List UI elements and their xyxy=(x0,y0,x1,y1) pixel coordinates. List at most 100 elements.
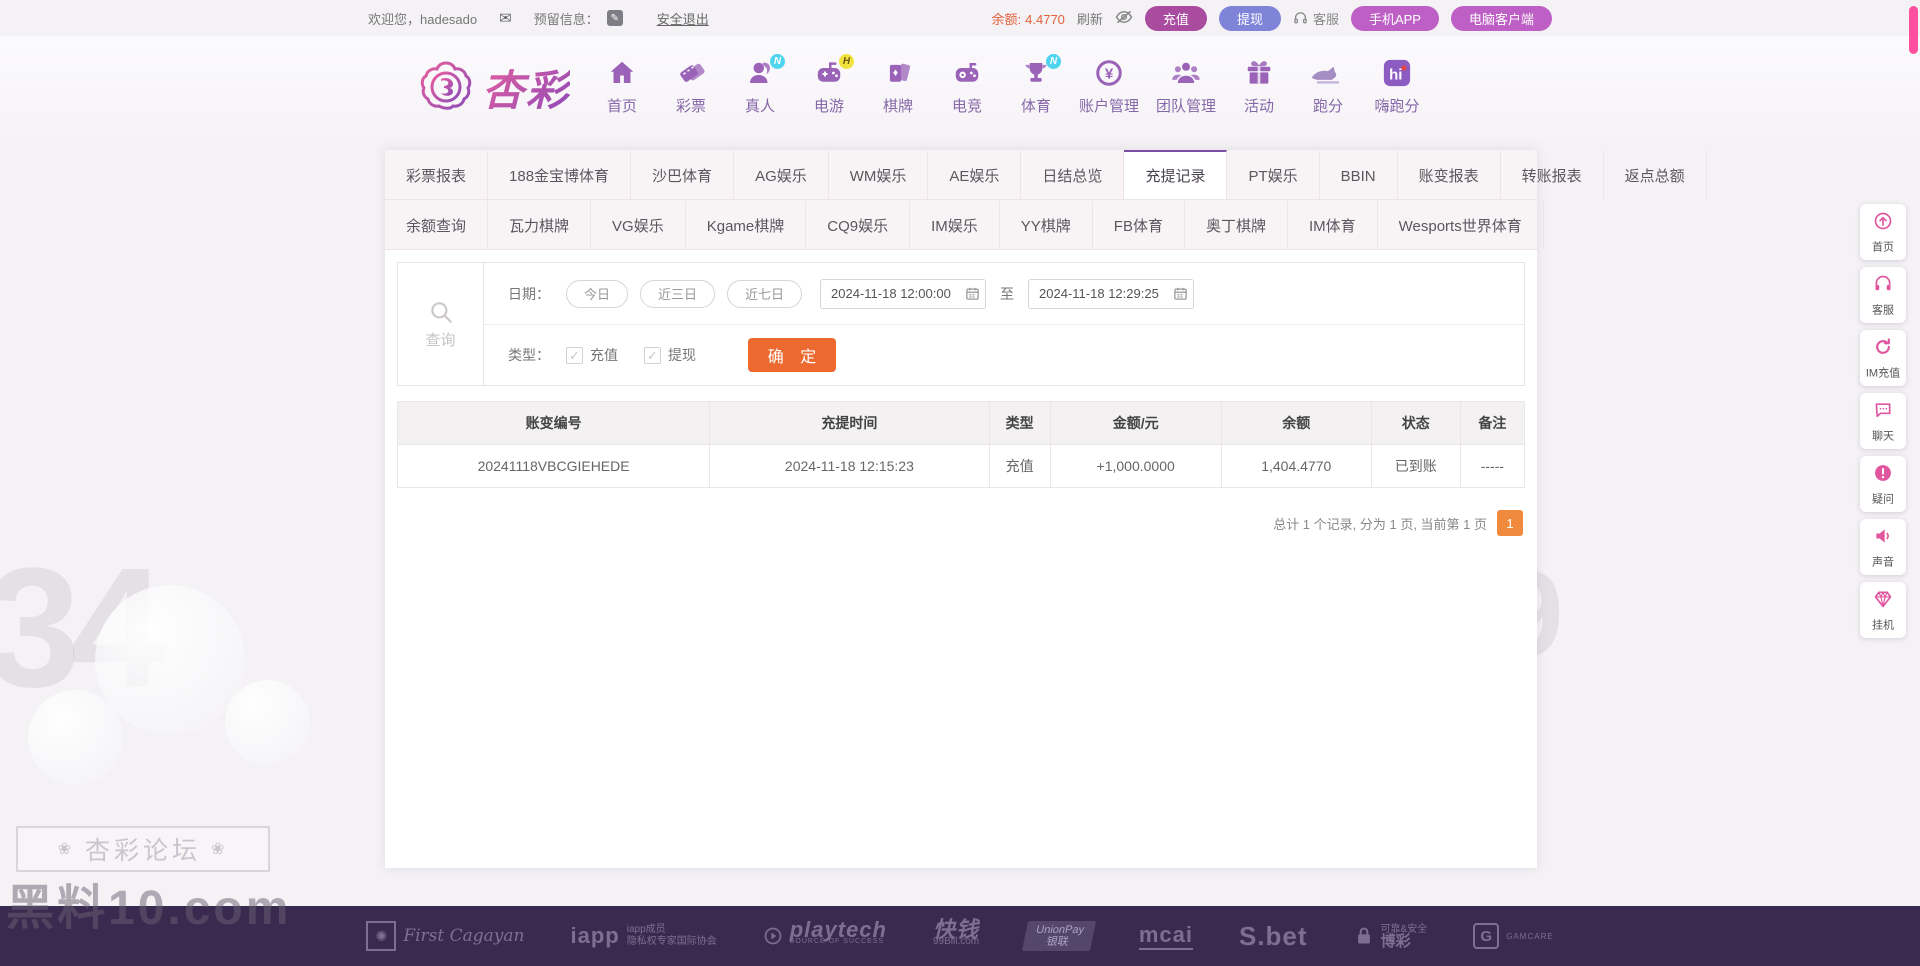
site-watermark: 黑料10.com xyxy=(6,882,292,935)
pc-client-button[interactable]: 电脑客户端 xyxy=(1450,5,1552,31)
report-tab[interactable]: 转账报表 xyxy=(1501,150,1604,199)
cell-change-id: 20241118VBCGIEHEDE xyxy=(396,444,711,488)
main-nav: 首页 彩票 N 真人 H 电游 棋牌 电竞 N 体育 ¥ 账户管理 团队管理 活… xyxy=(596,54,1423,116)
nav-item-sports[interactable]: N 体育 xyxy=(1010,54,1062,116)
nav-item-chess[interactable]: 棋牌 xyxy=(872,58,924,116)
cell-amount: +1,000.0000 xyxy=(1049,444,1222,488)
footer-logo-mcai: mcai xyxy=(1138,922,1193,950)
refresh-link[interactable]: 刷新 xyxy=(1077,9,1103,28)
logout-link[interactable]: 安全退出 xyxy=(657,9,709,28)
new-badge: N xyxy=(1046,54,1062,69)
side-tool-sound[interactable]: 声音 xyxy=(1860,519,1906,575)
mobile-app-button[interactable]: 手机APP xyxy=(1350,5,1439,31)
nav-item-live-casino[interactable]: N 真人 xyxy=(734,54,786,116)
col-header-status: 状态 xyxy=(1370,401,1461,445)
scrollbar-thumb[interactable] xyxy=(1909,6,1918,54)
cell-time: 2024-11-18 12:15:23 xyxy=(709,444,990,488)
side-tool-hangup[interactable]: 挂机 xyxy=(1860,582,1906,638)
brand-logo[interactable]: 杏彩 xyxy=(418,57,570,118)
report-tab[interactable]: YY棋牌 xyxy=(1000,200,1093,249)
report-tab[interactable]: AE娱乐 xyxy=(928,150,1022,199)
report-tab[interactable]: Kgame棋牌 xyxy=(686,200,807,249)
report-tab[interactable]: 奥丁棋牌 xyxy=(1185,200,1288,249)
side-tool-question[interactable]: 疑问 xyxy=(1860,456,1906,512)
decor-ball xyxy=(28,690,123,785)
type-checkbox-withdraw[interactable]: ✓ 提现 xyxy=(644,345,696,365)
report-tab[interactable]: 188金宝博体育 xyxy=(488,150,632,199)
type-checkbox-deposit[interactable]: ✓ 充值 xyxy=(566,345,618,365)
footer-logo-iapp: iapp iapp成员 隐私权专家国际协会 xyxy=(570,923,717,948)
page-1-button[interactable]: 1 xyxy=(1497,510,1523,536)
arrow-up-circle-icon xyxy=(1874,212,1892,230)
service-link[interactable]: 客服 xyxy=(1293,9,1339,28)
nav-item-home[interactable]: 首页 xyxy=(596,58,648,116)
withdraw-button[interactable]: 提现 xyxy=(1218,5,1281,31)
ticket-icon xyxy=(676,58,706,92)
refresh-icon xyxy=(1876,338,1890,354)
report-tab[interactable]: Wesports世界体育 xyxy=(1378,200,1544,249)
eye-off-icon[interactable] xyxy=(1115,10,1133,27)
mail-icon[interactable]: ✉ xyxy=(499,9,512,27)
nav-item-promotions[interactable]: 活动 xyxy=(1233,58,1285,116)
svg-text:¥: ¥ xyxy=(1105,66,1114,83)
hot-badge: H xyxy=(839,54,855,69)
pagination-summary: 总计 1 个记录, 分为 1 页, 当前第 1 页 xyxy=(1273,516,1487,532)
balance-value: 4.4770 xyxy=(1025,11,1065,27)
report-tab[interactable]: 瓦力棋牌 xyxy=(488,200,592,249)
decor-ball xyxy=(225,680,310,765)
quick-range-7days-button[interactable]: 近七日 xyxy=(727,279,803,308)
type-filter-row: 类型： ✓ 充值 ✓ 提现 确 定 xyxy=(484,324,1524,385)
header: 杏彩 首页 彩票 N 真人 H 电游 棋牌 电竞 N 体育 ¥ 账户管理 团队管… xyxy=(0,36,1920,138)
report-tab[interactable]: 彩票报表 xyxy=(385,150,489,199)
nav-item-hi-paofen[interactable]: hi 嗨跑分 xyxy=(1371,58,1423,116)
nav-item-account[interactable]: ¥ 账户管理 xyxy=(1079,58,1139,116)
table-row: 20241118VBCGIEHEDE 2024-11-18 12:15:23 充… xyxy=(396,444,1526,488)
report-tab[interactable]: PT娱乐 xyxy=(1227,150,1320,199)
date-to-separator: 至 xyxy=(1000,285,1015,302)
side-tool-home[interactable]: 首页 xyxy=(1860,204,1906,260)
nav-item-esports[interactable]: 电竞 xyxy=(941,58,993,116)
side-tool-im-recharge[interactable]: IM充值 xyxy=(1860,330,1906,386)
report-tab[interactable]: 日结总览 xyxy=(1021,150,1125,199)
report-tab[interactable]: BBIN xyxy=(1320,150,1398,199)
calendar-icon[interactable] xyxy=(965,286,980,301)
report-tab[interactable]: IM体育 xyxy=(1288,200,1378,249)
reserved-info-label: 预留信息： xyxy=(533,11,599,27)
report-tab[interactable]: 余额查询 xyxy=(385,200,489,249)
logo-flower-icon xyxy=(420,61,472,110)
report-tab[interactable]: 沙巴体育 xyxy=(631,150,735,199)
edit-icon[interactable]: ✎ xyxy=(606,10,623,26)
nav-item-team[interactable]: 团队管理 xyxy=(1156,58,1216,116)
hi-app-icon: hi xyxy=(1382,58,1412,92)
quick-range-3days-button[interactable]: 近三日 xyxy=(640,279,716,308)
report-tab[interactable]: CQ9娱乐 xyxy=(806,200,911,249)
footer-logo-bocai: 可靠&安全 博彩 xyxy=(1354,924,1427,949)
date-from-input[interactable] xyxy=(820,278,987,309)
footer-logo-sbet: S.bet xyxy=(1238,920,1308,951)
side-tool-service[interactable]: 客服 xyxy=(1860,267,1906,323)
type-label: 类型： xyxy=(508,347,550,363)
report-tab[interactable]: 账变报表 xyxy=(1398,150,1501,199)
nav-item-paofen[interactable]: 跑分 xyxy=(1302,58,1354,116)
report-tab[interactable]: WM娱乐 xyxy=(829,150,929,199)
deposit-button[interactable]: 充值 xyxy=(1144,5,1207,31)
side-tool-chat[interactable]: 聊天 xyxy=(1860,393,1906,449)
report-tab[interactable]: IM娱乐 xyxy=(910,200,1000,249)
report-tab-active[interactable]: 充提记录 xyxy=(1124,150,1228,199)
date-to-input[interactable] xyxy=(1028,278,1195,309)
report-tab[interactable]: 返点总额 xyxy=(1604,150,1707,199)
quick-range-today-button[interactable]: 今日 xyxy=(566,279,629,308)
forum-watermark: ❀ 杏彩论坛 ❀ xyxy=(16,826,270,872)
report-tab[interactable]: VG娱乐 xyxy=(591,200,686,249)
col-header-remark: 备注 xyxy=(1459,401,1526,445)
footer-logo-playtech: playtech SOURCE OF SUCCESS xyxy=(763,919,887,948)
gift-icon xyxy=(1244,58,1274,92)
confirm-button[interactable]: 确 定 xyxy=(748,338,836,372)
calendar-icon[interactable] xyxy=(1173,286,1188,301)
report-tab[interactable]: AG娱乐 xyxy=(734,150,829,199)
nav-item-egames[interactable]: H 电游 xyxy=(803,54,855,116)
report-tab[interactable]: FB体育 xyxy=(1093,200,1185,249)
cell-balance: 1,404.4770 xyxy=(1220,444,1372,488)
svg-text:hi: hi xyxy=(1389,66,1402,83)
nav-item-lottery[interactable]: 彩票 xyxy=(665,58,717,116)
